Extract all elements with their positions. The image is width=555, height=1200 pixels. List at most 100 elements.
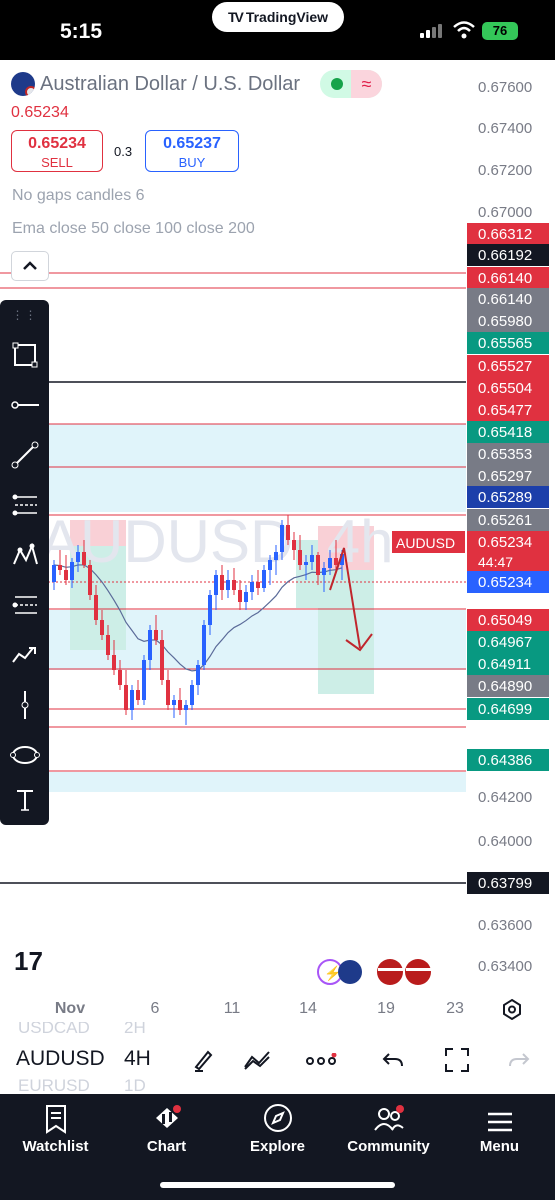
price-label: 0.64386 — [478, 752, 532, 769]
pair-title[interactable]: Australian Dollar / U.S. Dollar — [40, 73, 300, 96]
rectangle-tool-icon[interactable] — [0, 335, 49, 375]
redo-icon[interactable] — [502, 1047, 536, 1073]
price-label: 0.65234 — [478, 534, 532, 551]
chart-settings-icon[interactable] — [503, 998, 521, 1020]
app-pill[interactable]: TV TradingView — [212, 2, 344, 32]
price-label: 0.65297 — [478, 468, 532, 485]
candle-body — [226, 580, 230, 590]
candle-body — [286, 525, 290, 540]
svg-text:17: 17 — [14, 946, 43, 976]
price-label: 0.66140 — [478, 270, 532, 287]
buy-button[interactable]: 0.65237 BUY — [145, 130, 239, 172]
candle-body — [184, 705, 188, 710]
fib-retracement-tool-icon[interactable] — [0, 485, 49, 525]
prev-timeframe[interactable]: 2H — [124, 1022, 146, 1038]
candle-body — [322, 568, 326, 575]
sell-button[interactable]: 0.65234 SELL — [11, 130, 103, 172]
time-tick: 11 — [224, 1000, 241, 1017]
candle-body — [130, 690, 134, 710]
economic-events-icons[interactable]: ⚡ — [317, 959, 432, 985]
tradingview-logo-icon: TV — [227, 9, 244, 25]
last-price: 0.65234 — [11, 104, 69, 121]
trend-line-tool-icon[interactable] — [0, 435, 49, 475]
drawing-brush-icon[interactable] — [186, 1047, 220, 1073]
chart-icon — [155, 1105, 181, 1128]
price-label: 0.65477 — [478, 402, 532, 419]
forecast-tool-icon[interactable] — [0, 635, 49, 675]
price-tick: 0.63600 — [478, 917, 532, 934]
tab-watchlist[interactable]: Watchlist — [0, 1094, 111, 1164]
community-icon — [373, 1105, 404, 1131]
price-label: 0.63799 — [478, 875, 532, 892]
tab-label: Menu — [479, 1138, 520, 1155]
long-short-position-tool-icon[interactable] — [0, 585, 49, 625]
price-label: 0.66312 — [478, 226, 532, 243]
candle-body — [124, 685, 128, 710]
signal-icon — [420, 24, 442, 38]
time-tick: 14 — [299, 1000, 317, 1017]
hamburger-icon — [487, 1112, 512, 1132]
candle-body — [70, 562, 74, 580]
drawing-toolbar: ⋮⋮ — [0, 300, 49, 825]
candle-body — [142, 660, 146, 700]
vertical-line-tool-icon[interactable] — [0, 685, 49, 725]
watchlist-icon — [45, 1105, 66, 1134]
sell-price: 0.65234 — [28, 135, 86, 152]
market-status-pill[interactable]: ≈ — [320, 70, 382, 98]
candle-body — [208, 595, 212, 625]
candle-body — [262, 570, 266, 588]
toolbar-grip-icon[interactable]: ⋮⋮ — [0, 308, 49, 322]
indicator-legend-gaps[interactable]: No gaps candles 6 — [12, 187, 145, 205]
candle-body — [106, 635, 110, 655]
candle-body — [220, 575, 224, 590]
next-timeframe[interactable]: 1D — [124, 1076, 146, 1092]
price-label: 0.65527 — [478, 358, 532, 375]
price-label: 0.66140 — [478, 291, 532, 308]
more-options-icon[interactable] — [304, 1047, 338, 1073]
candle-body — [52, 565, 56, 582]
collapse-legend-button[interactable] — [11, 251, 49, 281]
price-label: 0.64967 — [478, 634, 532, 651]
price-label: 0.64699 — [478, 701, 532, 718]
tab-community[interactable]: Community — [333, 1094, 444, 1164]
ellipse-tool-icon[interactable] — [0, 735, 49, 775]
timeframe-selector[interactable]: 4H — [124, 1047, 151, 1071]
candle-body — [334, 558, 338, 565]
tab-explore[interactable]: Explore — [222, 1094, 333, 1164]
tab-menu[interactable]: Menu — [444, 1094, 555, 1164]
candle-body — [82, 552, 86, 565]
tab-chart[interactable]: Chart — [111, 1094, 222, 1164]
price-label: 0.65565 — [478, 335, 532, 352]
market-open-dot-icon — [331, 78, 343, 90]
symbol-selector[interactable]: AUDUSD — [16, 1047, 105, 1071]
price-label: 0.65980 — [478, 313, 532, 330]
price-tick: 0.64200 — [478, 789, 532, 806]
bottom-tab-bar: Watchlist Chart Explore Community Menu — [0, 1094, 555, 1200]
compass-icon — [263, 1104, 292, 1132]
text-tool-icon[interactable] — [0, 780, 49, 820]
candle-body — [316, 555, 320, 575]
price-tick: 0.63400 — [478, 958, 532, 975]
indicators-icon[interactable] — [240, 1047, 274, 1073]
app-pill-label: TradingView — [245, 9, 329, 25]
price-tick: 0.67000 — [478, 204, 532, 221]
price-label: 0.64911 — [478, 656, 531, 673]
tab-label: Watchlist — [22, 1138, 89, 1155]
undo-icon[interactable] — [376, 1047, 410, 1073]
pattern-tool-icon[interactable] — [0, 535, 49, 575]
prev-symbol[interactable]: USDCAD — [18, 1022, 90, 1038]
candle-body — [214, 575, 218, 595]
price-label: 0.64890 — [478, 678, 532, 695]
candle-body — [154, 630, 158, 640]
fullscreen-icon[interactable] — [440, 1047, 474, 1073]
horizontal-ray-tool-icon[interactable] — [0, 385, 49, 425]
price-label: 0.66192 — [478, 247, 532, 264]
candle-body — [148, 630, 152, 660]
next-symbol[interactable]: EURUSD — [18, 1076, 90, 1092]
price-tick: 0.67600 — [478, 79, 532, 96]
indicator-legend-ema[interactable]: Ema close 50 close 100 close 200 — [12, 220, 255, 238]
tab-label: Chart — [146, 1138, 187, 1155]
candle-body — [304, 562, 308, 565]
candle-body — [232, 580, 236, 590]
candle-body — [280, 525, 284, 552]
